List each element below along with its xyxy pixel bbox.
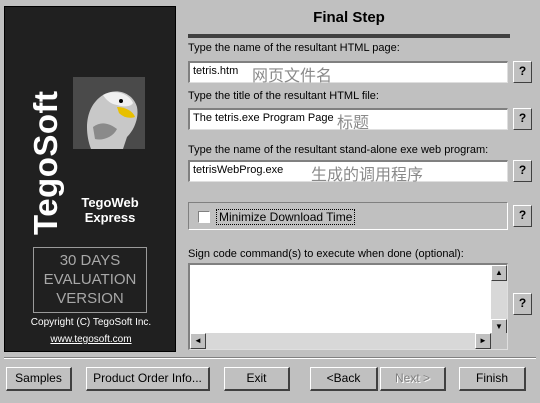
html-page-label: Type the name of the resultant HTML page…: [188, 42, 400, 54]
brand-logo-text: TegoSoft: [27, 90, 64, 235]
eval-line-3: VERSION: [56, 290, 124, 307]
html-page-input[interactable]: tetris.htm: [188, 61, 508, 83]
product-name: TegoWeb Express: [69, 195, 151, 225]
html-page-help-button[interactable]: ?: [513, 61, 532, 83]
html-title-label: Type the title of the resultant HTML fil…: [188, 90, 379, 102]
branding-panel: TegoSoft TegoWeb Express 30 DAYS EVALUAT…: [4, 6, 176, 352]
html-title-help-button[interactable]: ?: [513, 108, 532, 130]
scroll-left-icon[interactable]: ◄: [190, 333, 206, 349]
exe-program-annotation: 生成的调用程序: [311, 167, 424, 184]
minimize-download-label[interactable]: Minimize Download Time: [216, 209, 356, 225]
next-button[interactable]: Next >: [380, 367, 446, 391]
sign-code-help-button[interactable]: ?: [513, 293, 532, 315]
page-title: Final Step: [313, 9, 385, 26]
exe-program-help-button[interactable]: ?: [513, 160, 532, 182]
html-page-annotation: 网页文件名: [252, 68, 333, 85]
html-title-annotation: 标题: [337, 115, 370, 132]
product-name-line2: Express: [84, 210, 136, 225]
back-button[interactable]: <Back: [310, 367, 378, 391]
finish-button[interactable]: Finish: [459, 367, 526, 391]
minimize-help-button[interactable]: ?: [513, 205, 532, 227]
scrollbar-corner: [491, 333, 507, 349]
sign-code-textarea[interactable]: ▲ ▼ ◄ ►: [188, 263, 508, 350]
title-divider: [188, 34, 510, 38]
bottom-divider: [4, 357, 536, 359]
exe-program-value: tetrisWebProg.exe: [193, 164, 284, 176]
html-title-value: The tetris.exe Program Page: [193, 112, 334, 124]
exe-program-label: Type the name of the resultant stand-alo…: [188, 144, 489, 156]
minimize-group: Minimize Download Time: [188, 202, 508, 230]
horizontal-scrollbar[interactable]: ◄ ►: [190, 333, 491, 349]
eval-line-2: EVALUATION: [43, 271, 137, 288]
website-link[interactable]: www.tegosoft.com: [5, 334, 177, 345]
product-name-line1: TegoWeb: [81, 195, 139, 210]
copyright-text: Copyright (C) TegoSoft Inc.: [30, 317, 152, 328]
product-order-button[interactable]: Product Order Info...: [86, 367, 210, 391]
scroll-right-icon[interactable]: ►: [475, 333, 491, 349]
samples-button[interactable]: Samples: [6, 367, 72, 391]
eagle-logo-image: [73, 77, 145, 149]
eval-line-1: 30 DAYS: [59, 252, 121, 269]
sign-code-label: Sign code command(s) to execute when don…: [188, 248, 464, 260]
scroll-up-icon[interactable]: ▲: [491, 265, 507, 281]
html-page-value: tetris.htm: [193, 65, 239, 77]
exit-button[interactable]: Exit: [224, 367, 290, 391]
vertical-scrollbar[interactable]: ▲ ▼: [491, 265, 507, 335]
minimize-download-checkbox[interactable]: [198, 211, 210, 223]
evaluation-badge: 30 DAYS EVALUATION VERSION: [33, 247, 147, 313]
